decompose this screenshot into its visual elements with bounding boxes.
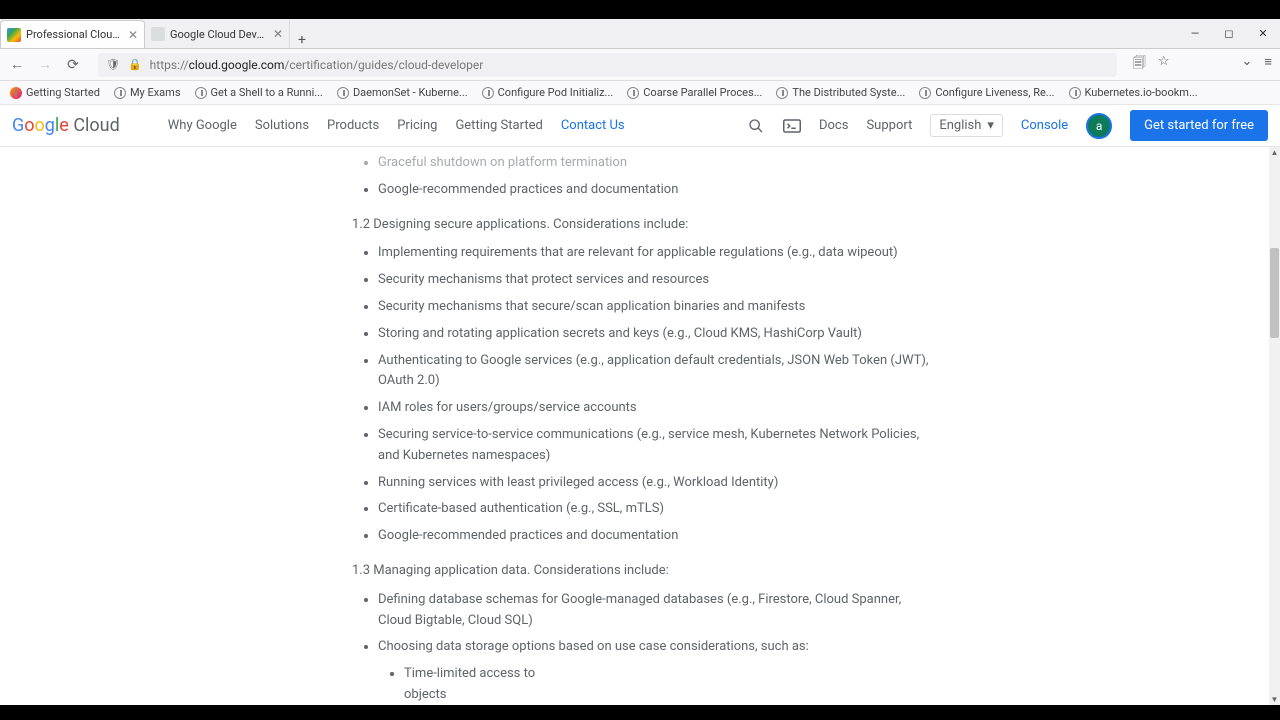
bookmarks-bar: Getting Started My Exams Get a Shell to …: [0, 81, 1280, 105]
globe-icon: [114, 87, 126, 99]
nav-link[interactable]: Pricing: [397, 118, 437, 133]
get-started-button[interactable]: Get started for free: [1130, 110, 1268, 141]
bookmark-item[interactable]: Get a Shell to a Runni...: [195, 86, 323, 99]
list-item: Implementing requirements that are relev…: [378, 243, 1280, 264]
shield-icon[interactable]: 🛡: [106, 58, 120, 71]
tab-close-icon[interactable]: ✕: [273, 27, 283, 41]
primary-nav: Why Google Solutions Products Pricing Ge…: [168, 118, 625, 133]
site-header: Google Cloud Why Google Solutions Produc…: [0, 105, 1280, 147]
nav-link[interactable]: Getting Started: [455, 118, 542, 133]
bookmark-item[interactable]: Kubernetes.io-bookm...: [1069, 86, 1198, 99]
tab-close-icon[interactable]: ✕: [128, 28, 138, 42]
tabstrip: Professional Cloud Developer C ✕ Google …: [0, 19, 1280, 49]
nav-link[interactable]: Solutions: [255, 118, 309, 133]
globe-icon: [1069, 87, 1081, 99]
scroll-thumb[interactable]: [1270, 248, 1279, 338]
list-item: Defining database schemas for Google-man…: [378, 590, 1280, 632]
list-item: IAM roles for users/groups/service accou…: [378, 398, 1280, 419]
google-cloud-logo[interactable]: Google Cloud: [12, 115, 120, 136]
list-item: Securing service-to-service communicatio…: [378, 425, 1280, 467]
reload-button[interactable]: ⟳: [64, 57, 82, 73]
forward-button[interactable]: →: [36, 56, 54, 73]
appmenu-icon[interactable]: ≡: [1264, 54, 1272, 76]
list-item: Google-recommended practices and documen…: [378, 180, 1280, 201]
section-heading: 1.2 Designing secure applications. Consi…: [352, 215, 1280, 236]
lock-icon[interactable]: 🔒: [128, 58, 142, 71]
globe-icon: [776, 87, 788, 99]
tab-favicon: [151, 27, 165, 41]
maximize-button[interactable]: ◻: [1212, 19, 1246, 47]
pocket-icon[interactable]: ⌄: [1242, 54, 1253, 76]
bookmark-item[interactable]: Configure Liveness, Re...: [919, 86, 1054, 99]
urlbar[interactable]: 🛡 🔒 https://cloud.google.com/certificati…: [98, 53, 1117, 77]
list-item: Google-recommended practices and documen…: [378, 526, 1280, 547]
new-tab-button[interactable]: +: [290, 32, 314, 48]
reader-icon[interactable]: 🗐: [1133, 54, 1146, 76]
minimize-button[interactable]: —: [1178, 19, 1212, 47]
list-item: Security mechanisms that secure/scan app…: [378, 297, 1280, 318]
globe-icon: [10, 87, 22, 99]
list-item: Graceful shutdown on platform terminatio…: [378, 153, 1280, 174]
tab-title: Professional Cloud Developer C: [26, 28, 123, 41]
list-item: Security mechanisms that protect service…: [378, 270, 1280, 291]
globe-icon: [337, 87, 349, 99]
tab-inactive[interactable]: Google Cloud Developer Certif ✕: [145, 20, 290, 48]
bookmark-item[interactable]: The Distributed Syste...: [776, 86, 905, 99]
bookmark-item[interactable]: Configure Pod Initializ...: [482, 86, 614, 99]
bookmark-item[interactable]: Getting Started: [10, 86, 100, 99]
cloudshell-icon[interactable]: [783, 117, 801, 135]
section-heading: 1.3 Managing application data. Considera…: [352, 561, 1280, 582]
page-scrollbar[interactable]: ▲ ▼: [1269, 147, 1280, 705]
list-item: Choosing data storage options based on u…: [378, 637, 1280, 705]
list-item: Storing and rotating application secrets…: [378, 324, 1280, 345]
list-item: Time-limited access to objects: [404, 664, 930, 705]
tab-active[interactable]: Professional Cloud Developer C ✕: [0, 20, 145, 48]
bookmark-item[interactable]: DaemonSet - Kuberne...: [337, 86, 468, 99]
globe-icon: [195, 87, 207, 99]
tab-title: Google Cloud Developer Certif: [170, 28, 268, 41]
scroll-up-arrow[interactable]: ▲: [1269, 147, 1280, 158]
globe-icon: [482, 87, 494, 99]
docs-link[interactable]: Docs: [819, 118, 848, 133]
support-link[interactable]: Support: [866, 118, 912, 133]
language-selector[interactable]: English▾: [930, 114, 1003, 137]
globe-icon: [919, 87, 931, 99]
scroll-down-arrow[interactable]: ▼: [1269, 694, 1280, 705]
bookmark-item[interactable]: My Exams: [114, 86, 181, 99]
navbar: ← → ⟳ 🛡 🔒 https://cloud.google.com/certi…: [0, 49, 1280, 81]
globe-icon: [627, 87, 639, 99]
nav-link[interactable]: Products: [327, 118, 379, 133]
bookmark-item[interactable]: Coarse Parallel Proces...: [627, 86, 762, 99]
console-link[interactable]: Console: [1021, 118, 1068, 133]
back-button[interactable]: ←: [8, 56, 26, 73]
search-icon[interactable]: [747, 117, 765, 135]
nav-link-active[interactable]: Contact Us: [561, 118, 625, 133]
avatar[interactable]: a: [1086, 113, 1112, 139]
list-item: Authenticating to Google services (e.g.,…: [378, 351, 1280, 393]
list-item: Running services with least privileged a…: [378, 473, 1280, 494]
page-content: Graceful shutdown on platform terminatio…: [0, 147, 1280, 705]
url-text: https://cloud.google.com/certification/g…: [150, 58, 484, 72]
chevron-down-icon: ▾: [987, 118, 994, 133]
bookmark-star-icon[interactable]: ☆: [1158, 54, 1170, 76]
tab-favicon: [7, 28, 21, 42]
close-window-button[interactable]: ✕: [1246, 19, 1280, 47]
list-item: Certificate-based authentication (e.g., …: [378, 499, 1280, 520]
nav-link[interactable]: Why Google: [168, 118, 237, 133]
